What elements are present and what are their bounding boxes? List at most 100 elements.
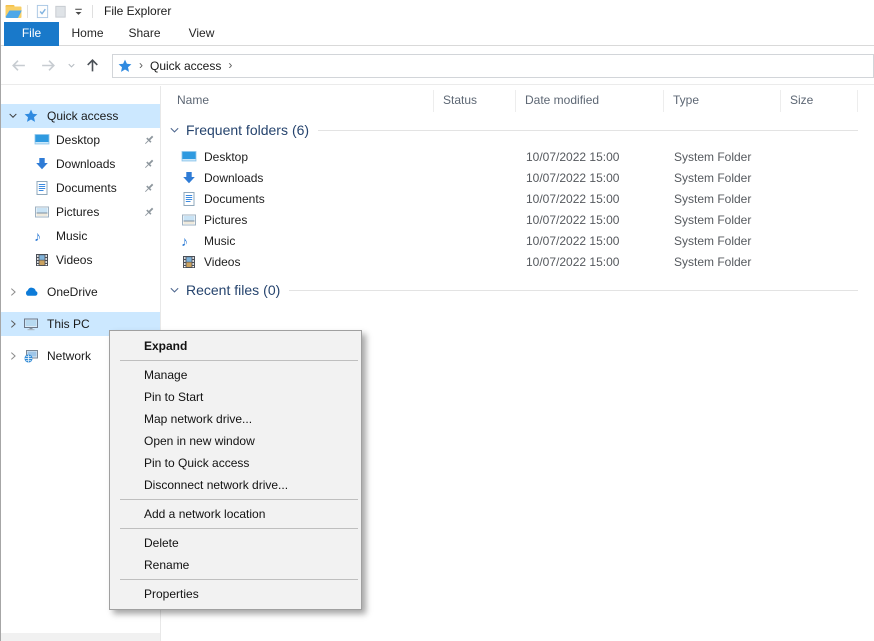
column-header-name[interactable]: Name <box>161 90 434 112</box>
column-header-status[interactable]: Status <box>434 90 516 112</box>
titlebar: File Explorer <box>1 0 874 22</box>
column-header-date-modified[interactable]: Date modified <box>516 90 664 112</box>
menu-item-map-network-drive[interactable]: Map network drive... <box>110 408 361 430</box>
sidebar-scrollbar-track[interactable] <box>1 633 160 641</box>
pin-icon <box>143 134 155 146</box>
menu-separator <box>120 528 358 529</box>
forward-button[interactable] <box>33 52 63 80</box>
chevron-down-icon[interactable] <box>169 285 180 296</box>
group-header-frequent-folders[interactable]: Frequent folders (6) <box>161 120 874 140</box>
group-count: (6) <box>292 122 309 138</box>
file-date-modified: 10/07/2022 15:00 <box>518 255 666 269</box>
videos-icon <box>34 252 50 268</box>
pictures-icon <box>34 204 50 220</box>
column-header-type[interactable]: Type <box>664 90 781 112</box>
group-label: Recent files <box>186 282 259 298</box>
menu-separator <box>120 360 358 361</box>
customize-dropdown-icon <box>72 5 85 18</box>
sidebar-item-pictures[interactable]: Pictures <box>1 200 160 224</box>
forward-arrow-icon <box>40 57 57 74</box>
file-row-desktop[interactable]: Desktop 10/07/2022 15:00 System Folder <box>161 146 874 167</box>
pictures-icon <box>181 212 197 228</box>
chevron-down-icon[interactable] <box>169 125 180 136</box>
qat-customize-button[interactable] <box>69 2 87 20</box>
file-type: System Folder <box>666 192 784 206</box>
recent-locations-button[interactable] <box>63 52 79 80</box>
menu-item-expand[interactable]: Expand <box>110 335 361 357</box>
window-title: File Explorer <box>104 4 171 18</box>
qat-new-folder-button[interactable] <box>51 2 69 20</box>
group-header-recent-files[interactable]: Recent files (0) <box>161 280 874 300</box>
sidebar-item-label: OneDrive <box>47 285 98 299</box>
back-button[interactable] <box>3 52 33 80</box>
documents-icon <box>34 180 50 196</box>
file-row-music[interactable]: ♪ Music 10/07/2022 15:00 System Folder <box>161 230 874 251</box>
up-button[interactable] <box>79 52 105 80</box>
tab-home[interactable]: Home <box>59 22 116 46</box>
file-date-modified: 10/07/2022 15:00 <box>518 171 666 185</box>
breadcrumb-chevron-icon: › <box>133 58 149 74</box>
file-row-pictures[interactable]: Pictures 10/07/2022 15:00 System Folder <box>161 209 874 230</box>
sidebar-item-quick-access[interactable]: Quick access <box>1 104 160 128</box>
quick-access-star-icon <box>117 58 133 74</box>
file-date-modified: 10/07/2022 15:00 <box>518 150 666 164</box>
tab-view[interactable]: View <box>173 22 230 46</box>
sidebar-item-videos[interactable]: Videos <box>1 248 160 272</box>
chevron-down-icon[interactable] <box>8 111 20 121</box>
file-type: System Folder <box>666 234 784 248</box>
file-name: Documents <box>204 192 265 206</box>
file-type: System Folder <box>666 255 784 269</box>
sidebar-item-music[interactable]: ♪ Music <box>1 224 160 248</box>
tab-share[interactable]: Share <box>116 22 173 46</box>
sidebar-item-label: Network <box>47 349 91 363</box>
sidebar-item-onedrive[interactable]: OneDrive <box>1 280 160 304</box>
menu-item-delete[interactable]: Delete <box>110 532 361 554</box>
sidebar-item-label: This PC <box>47 317 90 331</box>
chevron-right-icon[interactable] <box>8 351 20 361</box>
file-name: Pictures <box>204 213 247 227</box>
downloads-icon <box>34 156 50 172</box>
menu-item-rename[interactable]: Rename <box>110 554 361 576</box>
menu-item-disconnect-network-drive[interactable]: Disconnect network drive... <box>110 474 361 496</box>
tab-file[interactable]: File <box>4 22 59 46</box>
menu-item-add-network-location[interactable]: Add a network location <box>110 503 361 525</box>
address-bar[interactable]: › Quick access › <box>112 54 874 78</box>
file-row-documents[interactable]: Documents 10/07/2022 15:00 System Folder <box>161 188 874 209</box>
menu-separator <box>120 579 358 580</box>
file-row-downloads[interactable]: Downloads 10/07/2022 15:00 System Folder <box>161 167 874 188</box>
chevron-right-icon[interactable] <box>8 319 20 329</box>
menu-item-manage[interactable]: Manage <box>110 364 361 386</box>
file-type: System Folder <box>666 213 784 227</box>
pin-icon <box>143 206 155 218</box>
breadcrumb-chevron-icon: › <box>222 58 238 74</box>
titlebar-separator <box>27 5 28 18</box>
sidebar-item-documents[interactable]: Documents <box>1 176 160 200</box>
network-icon <box>23 348 39 364</box>
menu-item-pin-to-quick-access[interactable]: Pin to Quick access <box>110 452 361 474</box>
up-arrow-icon <box>84 57 101 74</box>
file-name: Videos <box>204 255 240 269</box>
chevron-down-icon <box>66 60 77 71</box>
menu-item-pin-to-start[interactable]: Pin to Start <box>110 386 361 408</box>
this-pc-icon <box>23 316 39 332</box>
videos-icon <box>181 254 197 270</box>
column-header-size[interactable]: Size <box>781 90 858 112</box>
menu-item-open-in-new-window[interactable]: Open in new window <box>110 430 361 452</box>
chevron-right-icon[interactable] <box>8 287 20 297</box>
qat-properties-button[interactable] <box>33 2 51 20</box>
sidebar-item-label: Desktop <box>56 133 100 147</box>
sidebar-item-label: Pictures <box>56 205 99 219</box>
menu-item-properties[interactable]: Properties <box>110 583 361 605</box>
folder-icon[interactable] <box>5 4 22 19</box>
sidebar-item-desktop[interactable]: Desktop <box>1 128 160 152</box>
sidebar-item-label: Music <box>56 229 87 243</box>
pin-icon <box>143 182 155 194</box>
sidebar-item-downloads[interactable]: Downloads <box>1 152 160 176</box>
music-icon: ♪ <box>34 228 50 244</box>
file-row-videos[interactable]: Videos 10/07/2022 15:00 System Folder <box>161 251 874 272</box>
back-arrow-icon <box>10 57 27 74</box>
breadcrumb-segment[interactable]: Quick access <box>149 59 222 73</box>
file-type: System Folder <box>666 171 784 185</box>
sidebar-item-label: Downloads <box>56 157 115 171</box>
desktop-icon <box>34 132 50 148</box>
